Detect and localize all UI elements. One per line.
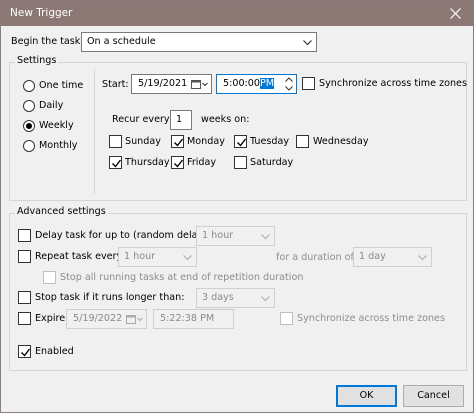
enabled-checkbox[interactable] [18,345,31,358]
checkmark-icon [174,159,184,168]
radio-weekly-label: Weekly [39,120,74,131]
cancel-button[interactable]: Cancel [403,385,464,407]
checkmark-icon [174,138,184,147]
day-wednesday-checkbox[interactable] [296,135,309,148]
calendar-icon[interactable] [126,314,143,325]
day-friday-checkbox[interactable] [171,156,184,169]
ok-button[interactable]: OK [336,385,397,407]
stop-if-value: 3 days [202,292,234,303]
recur-every-label: Recur every: [112,114,173,125]
chevron-down-icon [183,255,192,261]
duration-value: 1 day [359,251,386,262]
checkmark-icon [112,159,122,168]
duration-select[interactable]: 1 day [353,247,432,267]
weeks-on-label: weeks on: [201,114,250,125]
delay-value: 1 hour [202,230,234,241]
chevron-down-icon [303,40,312,46]
start-time-spinner[interactable] [283,76,295,92]
day-wednesday-label: Wednesday [313,136,369,147]
start-time-ampm: PM [259,78,275,89]
delay-select[interactable]: 1 hour [196,226,275,246]
repeat-task-label: Repeat task every: [35,251,125,262]
day-friday-label: Friday [187,157,217,168]
window-title: New Trigger [10,7,73,19]
close-button[interactable] [439,1,473,26]
settings-legend: Settings [15,55,59,66]
begin-task-value: On a schedule [87,36,156,47]
day-sunday-checkbox[interactable] [109,135,122,148]
repeat-value: 1 hour [124,251,156,262]
checkmark-icon [237,138,247,147]
day-saturday-checkbox[interactable] [234,156,247,169]
day-monday-checkbox[interactable] [171,135,184,148]
recur-weeks-value: 1 [176,114,183,125]
day-monday-label: Monday [187,136,225,147]
title-bar: New Trigger [1,1,473,26]
expire-time-value: 5:22:38 PM [160,313,215,324]
radio-monthly-label: Monthly [39,140,78,151]
begin-task-label: Begin the task: [11,36,84,47]
recur-weeks-input[interactable]: 1 [170,110,192,130]
radio-one-time-label: One time [39,80,84,91]
expire-date-value: 5/19/2022 [73,313,123,324]
expire-time-field[interactable]: 5:22:38 PM [153,309,234,329]
start-date-value: 5/19/2021 [138,78,188,89]
close-icon [450,8,461,19]
start-time-field[interactable]: 5:00:00PM [216,74,297,94]
spin-up-icon[interactable] [284,76,294,83]
stop-if-select[interactable]: 3 days [196,288,275,308]
duration-label: for a duration of: [276,252,357,263]
begin-task-select[interactable]: On a schedule [81,32,317,52]
stop-if-longer-checkbox[interactable] [18,291,31,304]
expire-date-picker[interactable]: 5/19/2022 [66,309,147,329]
chevron-down-icon [418,255,427,261]
new-trigger-dialog: New Trigger Begin the task: On a schedul… [0,0,474,413]
expire-sync-label: Synchronize across time zones [297,313,445,324]
radio-monthly[interactable] [23,140,35,152]
chevron-down-icon [261,234,270,240]
settings-divider [94,69,95,194]
start-date-picker[interactable]: 5/19/2021 [131,74,212,94]
sync-time-zones-label: Synchronize across time zones [319,78,467,89]
day-tuesday-label: Tuesday [250,136,290,147]
stop-if-longer-label: Stop task if it runs longer than: [35,292,185,303]
advanced-settings-legend: Advanced settings [15,206,108,217]
radio-daily-label: Daily [39,100,64,111]
chevron-down-icon [261,296,270,302]
expire-label: Expire: [35,313,69,324]
start-time-value: 5:00:00PM [223,78,275,89]
day-saturday-label: Saturday [250,157,294,168]
checkmark-icon [21,348,31,357]
stop-running-checkbox[interactable] [43,271,56,284]
start-label: Start: [102,79,129,90]
delay-task-label: Delay task for up to (random delay): [35,230,211,241]
radio-one-time[interactable] [23,80,35,92]
spin-down-icon[interactable] [284,85,294,92]
day-thursday-checkbox[interactable] [109,156,122,169]
expire-sync-checkbox[interactable] [280,312,293,325]
day-sunday-label: Sunday [125,136,161,147]
expire-checkbox[interactable] [18,312,31,325]
repeat-task-checkbox[interactable] [18,250,31,263]
day-tuesday-checkbox[interactable] [234,135,247,148]
day-thursday-label: Thursday [125,157,170,168]
delay-task-checkbox[interactable] [18,229,31,242]
radio-weekly[interactable] [23,120,35,132]
radio-daily[interactable] [23,100,35,112]
sync-time-zones-checkbox[interactable] [302,77,315,90]
repeat-select[interactable]: 1 hour [118,247,197,267]
stop-running-label: Stop all running tasks at end of repetit… [60,272,304,283]
calendar-icon[interactable] [191,79,208,90]
enabled-label: Enabled [35,346,74,357]
